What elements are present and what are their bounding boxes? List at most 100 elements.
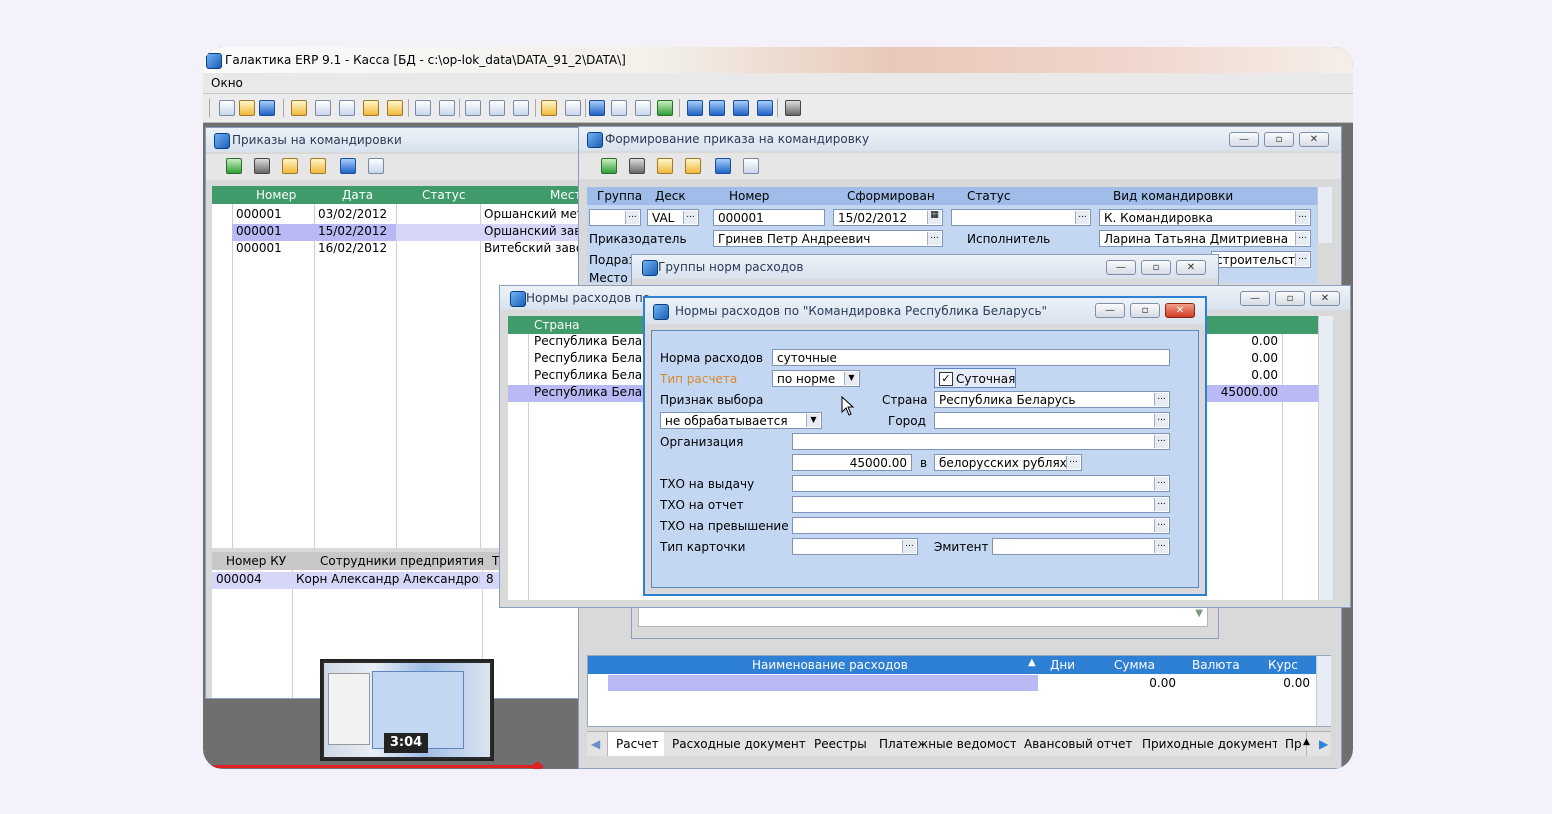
copy-icon[interactable]	[743, 158, 759, 174]
tab-scroll-left-icon[interactable]: ◀	[591, 737, 600, 751]
text-icon[interactable]	[685, 158, 701, 174]
country-field[interactable]: Республика Беларусь...	[934, 391, 1170, 408]
print-icon[interactable]	[785, 100, 801, 116]
choice-sign-select[interactable]: не обрабатывается ▼	[660, 412, 822, 429]
screen-icon[interactable]	[635, 100, 651, 116]
menu-window[interactable]: Окно	[211, 76, 243, 90]
card-type-field[interactable]: ...	[792, 538, 918, 555]
close-button[interactable]: ✕	[1176, 260, 1206, 275]
form-scrollbar[interactable]	[1317, 187, 1332, 243]
col-ku-number[interactable]: Номер КУ	[226, 554, 286, 568]
daily-checkbox[interactable]: ✓	[939, 372, 953, 386]
edit-icon[interactable]	[415, 100, 431, 116]
maximize-button[interactable]: ▫	[1275, 291, 1305, 306]
dropdown-arrow-icon[interactable]: ▼	[1195, 608, 1203, 619]
save-icon[interactable]	[340, 158, 356, 174]
table-row-selected[interactable]: 000001 15/02/2012 Оршанский завод	[232, 224, 582, 241]
tho-excess-field[interactable]: ...	[792, 517, 1170, 534]
table-view-icon[interactable]	[513, 100, 529, 116]
desk-field[interactable]: VAL...	[647, 209, 699, 226]
minimize-button[interactable]: —	[1095, 303, 1125, 318]
tab-advance-report[interactable]: Авансовый отчет	[1016, 732, 1142, 756]
table-row[interactable]: 000001 16/02/2012 Витебский завод	[212, 241, 582, 258]
calc-type-select[interactable]: по норме ▼	[772, 370, 860, 387]
status-field[interactable]: ...	[951, 209, 1091, 226]
table-icon[interactable]	[465, 100, 481, 116]
currency-field[interactable]: белорусских рублях...	[934, 454, 1082, 471]
copy-icon[interactable]	[368, 158, 384, 174]
minimize-button[interactable]: —	[1240, 291, 1270, 306]
close-button[interactable]: ✕	[1299, 132, 1329, 147]
video-progress-bar[interactable]	[203, 765, 543, 768]
norm-field[interactable]: суточные	[772, 349, 1170, 366]
table-row[interactable]	[608, 675, 1038, 691]
issuer-field[interactable]: Гринев Петр Андреевич...	[713, 230, 943, 247]
col-date[interactable]: Дата	[342, 188, 373, 202]
col-currency[interactable]: Валюта	[1192, 658, 1240, 672]
chart-icon[interactable]	[541, 100, 557, 116]
group-field[interactable]: ...	[589, 209, 641, 226]
help-icon[interactable]	[589, 100, 605, 116]
col-number[interactable]: Номер	[256, 188, 296, 202]
video-thumbnail[interactable]: 3:04	[320, 659, 494, 761]
edit-icon[interactable]	[282, 158, 298, 174]
find-icon[interactable]	[339, 100, 355, 116]
print-icon[interactable]	[254, 158, 270, 174]
text-icon[interactable]	[310, 158, 326, 174]
executor-field[interactable]: Ларина Татьяна Дмитриевна...	[1099, 230, 1311, 247]
print-icon[interactable]	[629, 158, 645, 174]
arrow-up-icon[interactable]	[687, 100, 703, 116]
tho-report-field[interactable]: ...	[792, 496, 1170, 513]
col-country[interactable]: Страна	[534, 318, 580, 332]
subdivision-field[interactable]: строительства...	[1211, 251, 1311, 268]
paste-icon[interactable]	[239, 100, 255, 116]
search-icon[interactable]	[315, 100, 331, 116]
edit-doc-icon[interactable]	[439, 100, 455, 116]
formed-date-field[interactable]: 15/02/2012 ▦	[833, 209, 943, 226]
col-status[interactable]: Статус	[422, 188, 465, 202]
amount-field[interactable]: 45000.00	[792, 454, 912, 471]
table-settings-icon[interactable]	[489, 100, 505, 116]
daily-checkbox-group[interactable]: ✓ Суточная	[934, 368, 1016, 388]
save-icon[interactable]	[715, 158, 731, 174]
tho-issue-field[interactable]: ...	[792, 475, 1170, 492]
city-field[interactable]: ...	[934, 412, 1170, 429]
select-icon[interactable]	[363, 100, 379, 116]
tab-calculation[interactable]: Расчет	[607, 732, 668, 756]
col-sum[interactable]: Сумма	[1114, 658, 1155, 672]
add-icon[interactable]	[226, 158, 242, 174]
col-rate[interactable]: Курс	[1268, 658, 1298, 672]
arrow-last-icon[interactable]	[757, 100, 773, 116]
filter-icon[interactable]	[291, 100, 307, 116]
edit-icon[interactable]	[657, 158, 673, 174]
arrow-down-icon[interactable]	[709, 100, 725, 116]
tab-income-docs[interactable]: Приходные документы	[1134, 732, 1298, 756]
refresh-icon[interactable]	[657, 100, 673, 116]
col-employees[interactable]: Сотрудники предприятия	[320, 554, 484, 568]
mark-icon[interactable]	[387, 100, 403, 116]
tab-menu-icon[interactable]: ▲	[1303, 737, 1310, 747]
maximize-button[interactable]: ▫	[1264, 132, 1294, 147]
maximize-button[interactable]: ▫	[1130, 303, 1160, 318]
window-icon[interactable]	[611, 100, 627, 116]
tab-registers[interactable]: Реестры	[806, 732, 876, 756]
add-icon[interactable]	[601, 158, 617, 174]
norms-list-scrollbar[interactable]	[1318, 316, 1333, 600]
tab-expense-docs[interactable]: Расходные документы	[664, 732, 825, 756]
organization-field[interactable]: ...	[792, 433, 1170, 450]
arrow-first-icon[interactable]	[733, 100, 749, 116]
col-expense-name[interactable]: Наименование расходов	[752, 658, 908, 672]
col-days[interactable]: Дни	[1050, 658, 1075, 672]
minimize-button[interactable]: —	[1229, 132, 1259, 147]
close-button[interactable]: ✕	[1310, 291, 1340, 306]
emitent-field[interactable]: ...	[992, 538, 1170, 555]
tab-payment-sheets[interactable]: Платежные ведомости	[871, 732, 1034, 756]
undo-icon[interactable]	[259, 100, 275, 116]
tab-scroll-right-icon[interactable]: ▶	[1319, 737, 1328, 751]
number-field[interactable]: 000001	[713, 209, 825, 226]
trip-type-field[interactable]: К. Командировка...	[1099, 209, 1311, 226]
maximize-button[interactable]: ▫	[1141, 260, 1171, 275]
video-progress-handle[interactable]	[533, 762, 542, 769]
table-row[interactable]: 000001 03/02/2012 Оршанский метиз	[212, 207, 582, 224]
close-button[interactable]: ✕	[1165, 303, 1195, 318]
